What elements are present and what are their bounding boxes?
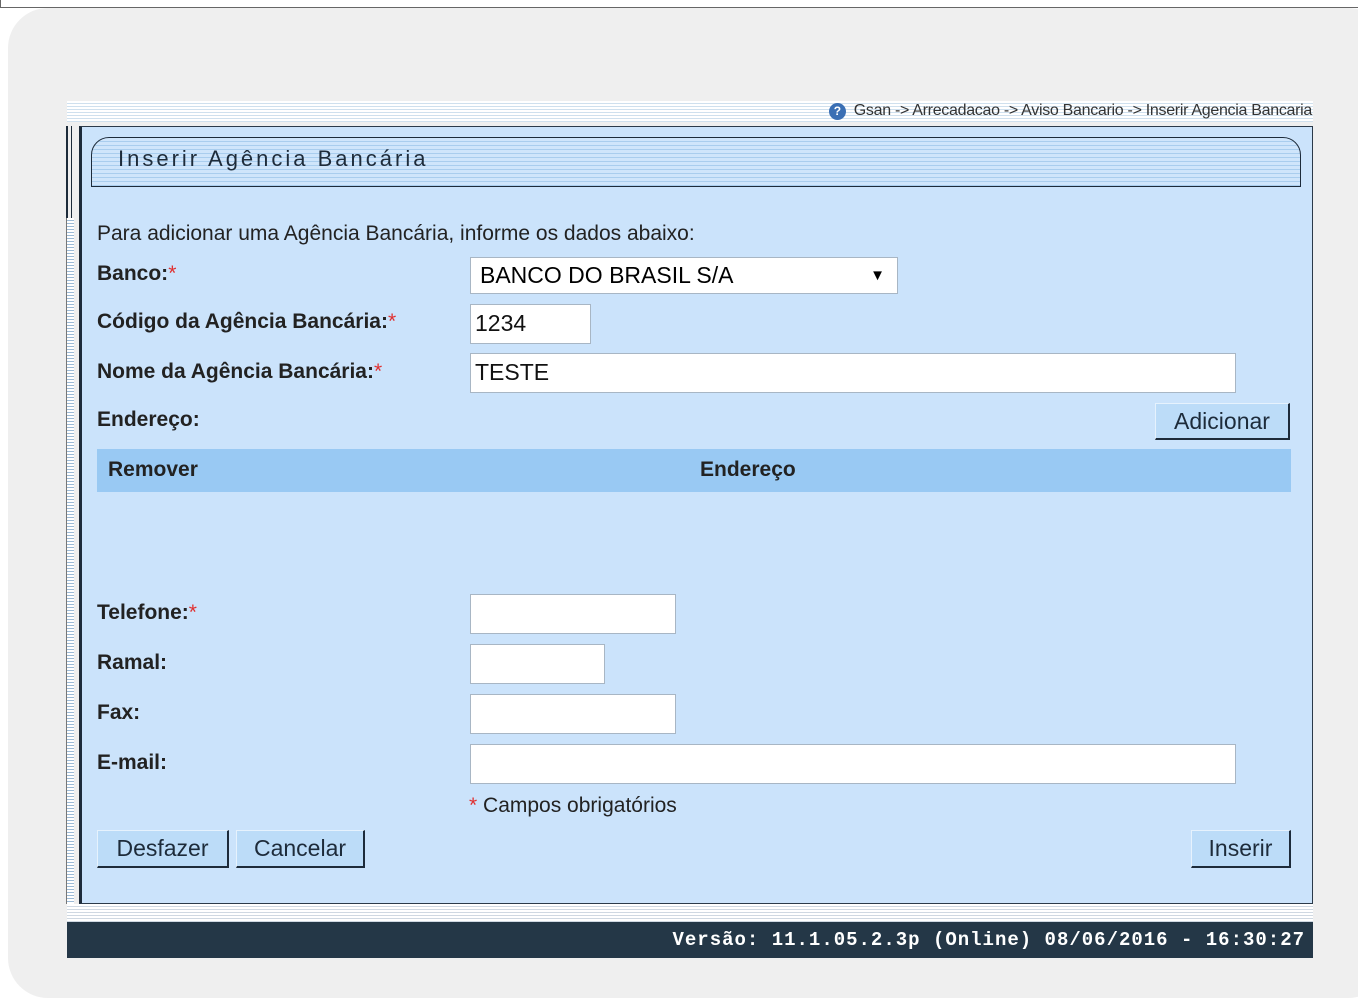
top-strip (0, 0, 1358, 8)
fax-label: Fax: (97, 701, 141, 724)
banco-label-text: Banco: (97, 262, 169, 285)
telefone-label-text: Telefone: (97, 601, 189, 624)
nome-label: Nome da Agência Bancária:* (97, 360, 382, 384)
dropdown-arrow-icon: ▼ (870, 267, 885, 284)
banco-select[interactable]: BANCO DO BRASIL S/A ▼ (470, 257, 898, 294)
inserir-button[interactable]: Inserir (1191, 830, 1291, 868)
required-mark: * (168, 262, 177, 285)
left-stripe (66, 218, 74, 904)
breadcrumb: ? Gsan -> Arrecadacao -> Aviso Bancario … (828, 102, 1313, 120)
required-note: * Campos obrigatórios (469, 794, 677, 818)
footer-lines (67, 904, 1313, 922)
banco-select-value: BANCO DO BRASIL S/A (480, 262, 734, 288)
codigo-label: Código da Agência Bancária:* (97, 310, 396, 334)
desfazer-button[interactable]: Desfazer (97, 830, 229, 868)
telefone-label: Telefone:* (97, 601, 197, 625)
cancelar-button[interactable]: Cancelar (236, 830, 365, 868)
column-remover: Remover (108, 458, 198, 481)
endereco-table-header: Remover Endereço (97, 449, 1291, 492)
fax-input[interactable] (470, 694, 676, 734)
email-label: E-mail: (97, 751, 168, 774)
help-icon[interactable]: ? (828, 102, 846, 120)
required-mark: * (188, 601, 197, 624)
left-bar (66, 126, 72, 218)
endereco-label: Endereço: (97, 408, 200, 431)
telefone-input[interactable] (470, 594, 676, 634)
nome-label-text: Nome da Agência Bancária: (97, 360, 374, 383)
column-endereco: Endereço (700, 458, 796, 481)
ramal-input[interactable] (470, 644, 605, 684)
breadcrumb-text: Gsan -> Arrecadacao -> Aviso Bancario ->… (853, 102, 1313, 119)
codigo-input[interactable]: 1234 (470, 304, 591, 344)
ramal-label: Ramal: (97, 651, 168, 674)
intro-text: Para adicionar uma Agência Bancária, inf… (97, 222, 695, 245)
banco-label: Banco:* (97, 262, 176, 286)
required-mark: * (469, 794, 478, 817)
codigo-label-text: Código da Agência Bancária: (97, 310, 388, 333)
version-footer: Versão: 11.1.05.2.3p (Online) 08/06/2016… (67, 922, 1313, 958)
nome-input[interactable]: TESTE (470, 353, 1236, 393)
page-title: Inserir Agência Bancária (118, 146, 429, 171)
email-input[interactable] (470, 744, 1236, 784)
adicionar-button[interactable]: Adicionar (1155, 403, 1290, 440)
required-mark: * (373, 360, 383, 383)
required-note-text: Campos obrigatórios (483, 794, 677, 817)
required-mark: * (387, 310, 397, 333)
